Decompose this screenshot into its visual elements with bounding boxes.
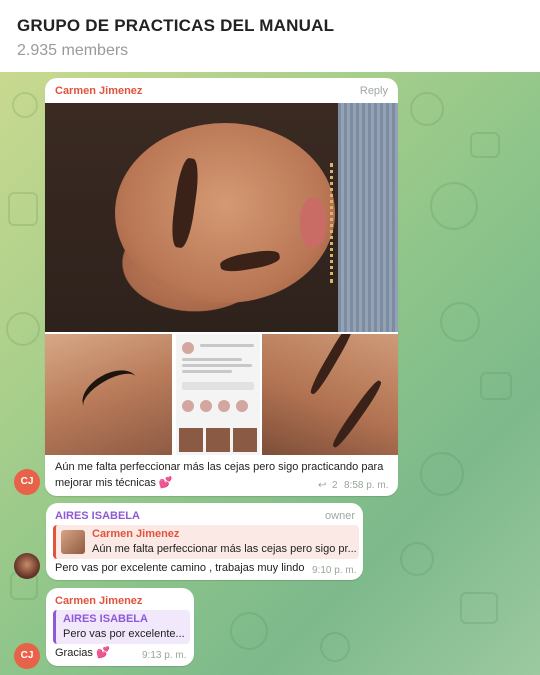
quoted-text: Aún me falta perfeccionar más las cejas …	[92, 543, 357, 555]
message-text: Gracias 💕	[55, 647, 110, 659]
sender-name[interactable]: AIRES ISABELA	[55, 510, 140, 522]
ig-text-line	[182, 358, 242, 361]
background-doodle	[230, 612, 268, 650]
sender-name[interactable]: Carmen Jimenez	[55, 595, 142, 607]
avatar[interactable]: CJ	[14, 643, 40, 669]
background-doodle	[320, 632, 350, 662]
background-doodle	[440, 302, 480, 342]
photo-instagram-screenshot[interactable]	[176, 334, 260, 455]
ig-post-thumb	[206, 428, 230, 452]
message-text: Aún me falta perfeccionar más las cejas …	[55, 461, 384, 489]
photo-lashes[interactable]	[45, 334, 172, 455]
background-doodle	[420, 452, 464, 496]
background-doodle	[410, 92, 444, 126]
background-doodle	[470, 132, 500, 158]
background-doodle	[430, 182, 478, 230]
message-time: 9:10 p. m.	[312, 565, 357, 576]
photo-eyebrow	[329, 378, 385, 450]
background-doodle	[12, 92, 38, 118]
ig-post-thumb	[233, 428, 257, 452]
message-time: 8:58 p. m.	[344, 480, 389, 491]
ig-text-line	[182, 370, 232, 373]
sender-name[interactable]: Carmen Jimenez	[55, 85, 142, 97]
message-text: Pero vas por excelente camino , trabajas…	[55, 562, 305, 574]
background-doodle	[460, 592, 498, 624]
sender-role-badge: owner	[325, 510, 355, 522]
ig-highlight	[218, 400, 230, 412]
photo-towel	[338, 103, 398, 332]
background-doodle	[8, 192, 38, 226]
photo-main[interactable]	[45, 103, 398, 332]
ig-highlight	[236, 400, 248, 412]
reply-link[interactable]: Reply	[360, 85, 388, 97]
profile-picture	[182, 342, 194, 354]
ig-text-line	[200, 344, 254, 347]
quoted-message[interactable]: Carmen Jimenez Aún me falta perfeccionar…	[53, 525, 359, 559]
group-title: GRUPO DE PRACTICAS DEL MANUAL	[17, 16, 335, 35]
background-doodle	[480, 372, 512, 400]
avatar-photo[interactable]	[14, 553, 40, 579]
replies-count[interactable]: 2	[332, 480, 338, 491]
quoted-text: Pero vas por excelente...	[63, 628, 185, 640]
message-bubble[interactable]: AIRES ISABELA owner Carmen Jimenez Aún m…	[46, 503, 363, 580]
photo-brows[interactable]	[262, 334, 398, 455]
ig-post-thumb	[179, 428, 203, 452]
ig-highlight	[200, 400, 212, 412]
message-bubble[interactable]: Carmen Jimenez AIRES ISABELA Pero vas po…	[46, 588, 194, 666]
quoted-message[interactable]: AIRES ISABELA Pero vas por excelente...	[53, 610, 190, 644]
chat-header[interactable]: GRUPO DE PRACTICAS DEL MANUAL 2.935 memb…	[0, 0, 540, 72]
photo-eyelash	[75, 361, 145, 423]
background-doodle	[400, 542, 434, 576]
reply-arrow-icon[interactable]: ↩	[318, 480, 326, 491]
ig-text-line	[182, 364, 252, 367]
photo-eyebrow	[307, 334, 357, 397]
quoted-sender: Carmen Jimenez	[92, 528, 180, 540]
photo-lips	[300, 198, 326, 248]
ig-highlight	[182, 400, 194, 412]
background-doodle	[6, 312, 40, 346]
quoted-photo-thumbnail	[61, 530, 85, 554]
message-time: 9:13 p. m.	[142, 650, 187, 661]
quoted-sender: AIRES ISABELA	[63, 613, 148, 625]
avatar[interactable]: CJ	[14, 469, 40, 495]
ig-button	[182, 382, 254, 390]
member-count: 2.935 members	[17, 42, 129, 59]
